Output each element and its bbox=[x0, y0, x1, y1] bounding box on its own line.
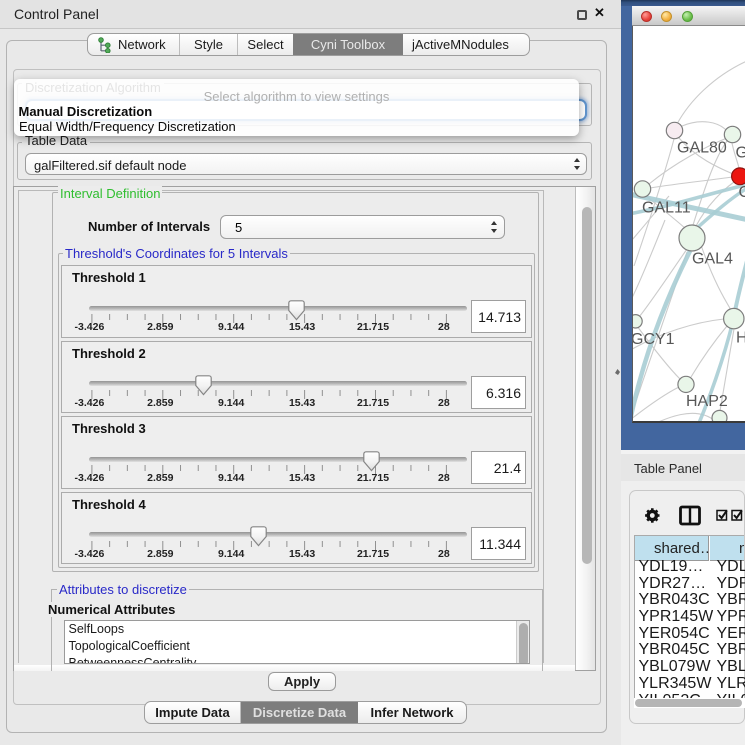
svg-text:GAL80: GAL80 bbox=[677, 140, 727, 157]
svg-text:HAP2: HAP2 bbox=[686, 393, 728, 410]
svg-text:GAL4: GAL4 bbox=[692, 251, 733, 268]
svg-text:GA: GA bbox=[736, 145, 745, 162]
svg-text:C: C bbox=[739, 184, 745, 201]
svg-text:GCY1: GCY1 bbox=[633, 331, 675, 348]
svg-text:GAL11: GAL11 bbox=[642, 200, 691, 217]
svg-text:H: H bbox=[736, 330, 745, 347]
